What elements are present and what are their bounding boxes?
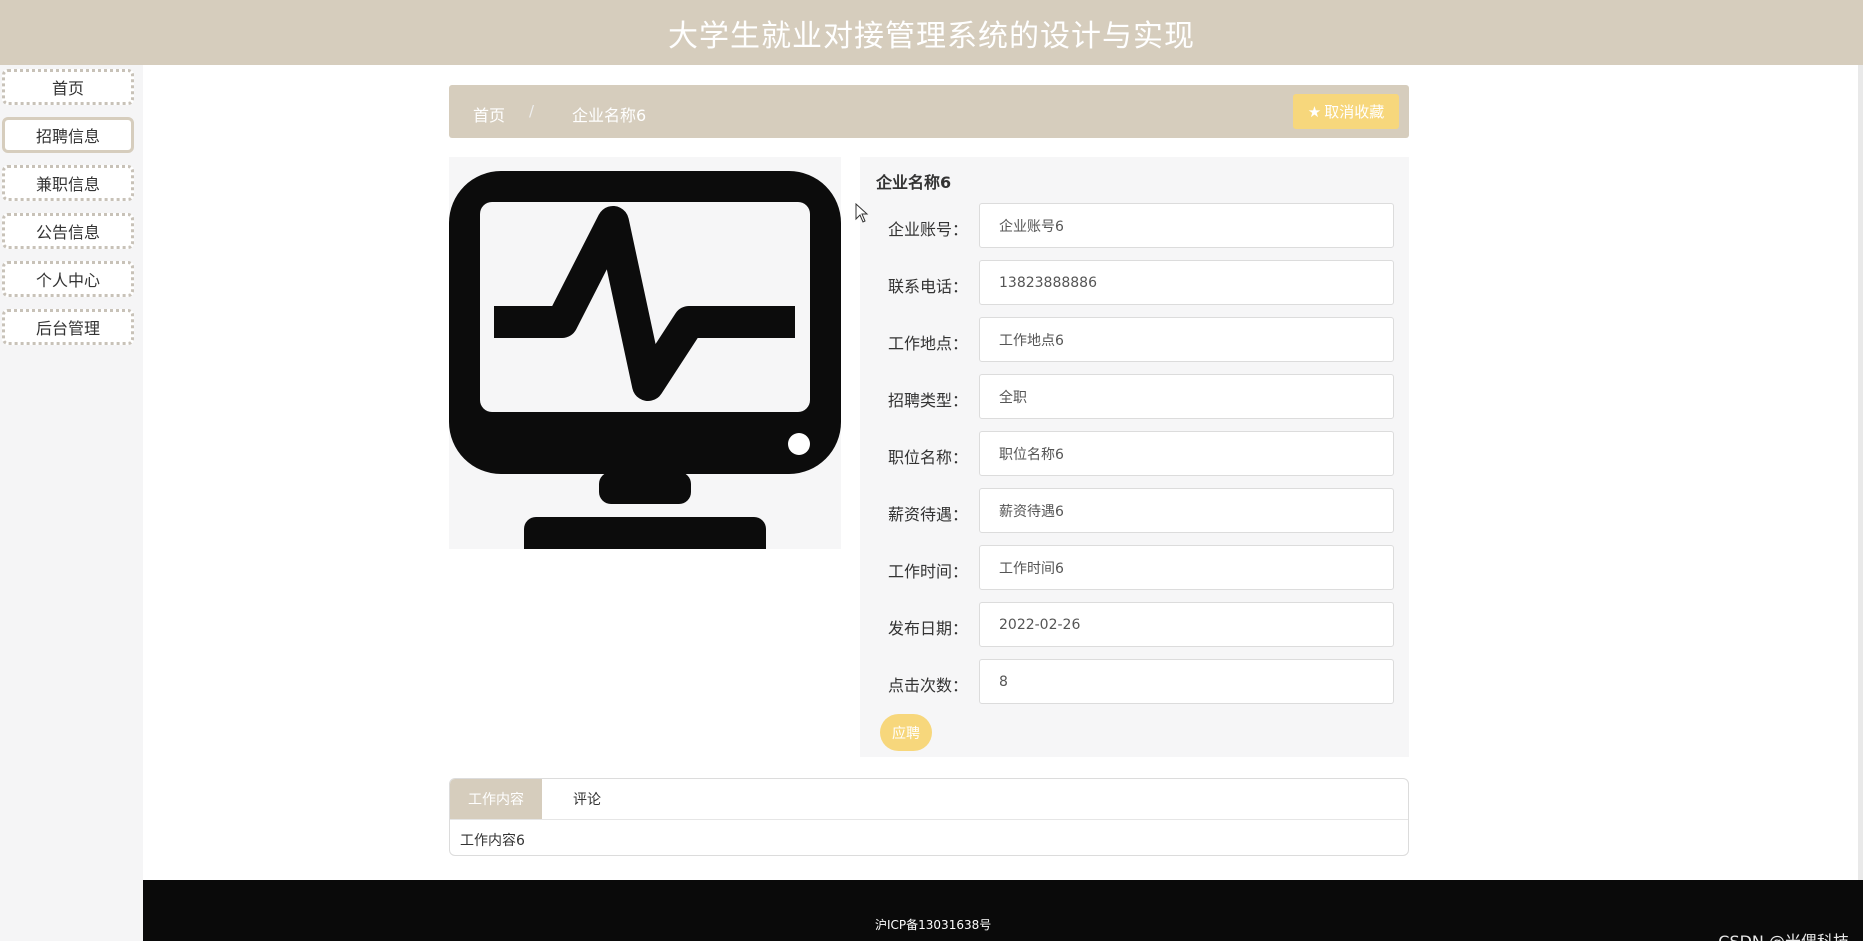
detail-panel: 企业名称6 企业账号： 企业账号6 联系电话： 13823888886 工作地点… bbox=[860, 157, 1409, 757]
field-clicks-input[interactable]: 8 bbox=[979, 659, 1394, 704]
sidebar-item-part-time[interactable]: 兼职信息 bbox=[2, 165, 134, 201]
field-label-type: 招聘类型： bbox=[888, 391, 969, 410]
sidebar-item-recruitment[interactable]: 招聘信息 bbox=[2, 117, 134, 153]
tab-comments[interactable]: 评论 bbox=[542, 779, 632, 819]
field-label-work-time: 工作时间： bbox=[888, 562, 969, 581]
tab-header: 工作内容 评论 bbox=[450, 779, 1408, 820]
footer: 沪ICP备13031638号 bbox=[143, 880, 1863, 941]
breadcrumb: 首页 / 企业名称6 ★ 取消收藏 bbox=[449, 85, 1409, 138]
detail-title: 企业名称6 bbox=[876, 173, 952, 192]
field-label-position: 职位名称： bbox=[888, 448, 969, 467]
field-label-account: 企业账号： bbox=[888, 220, 969, 239]
field-label-location: 工作地点： bbox=[888, 334, 969, 353]
cancel-favorite-label: 取消收藏 bbox=[1324, 103, 1385, 121]
company-image bbox=[449, 157, 841, 549]
field-label-clicks: 点击次数： bbox=[888, 676, 969, 695]
field-phone-input[interactable]: 13823888886 bbox=[979, 260, 1394, 305]
apply-button[interactable]: 应聘 bbox=[880, 714, 932, 751]
field-position-input[interactable]: 职位名称6 bbox=[979, 431, 1394, 476]
breadcrumb-current: 企业名称6 bbox=[572, 106, 647, 125]
sidebar-item-personal-center[interactable]: 个人中心 bbox=[2, 261, 134, 297]
sidebar-item-announcements[interactable]: 公告信息 bbox=[2, 213, 134, 249]
scrollbar[interactable] bbox=[1858, 65, 1863, 880]
cancel-favorite-button[interactable]: ★ 取消收藏 bbox=[1293, 94, 1399, 129]
sidebar-item-home[interactable]: 首页 bbox=[2, 69, 134, 105]
field-label-publish-date: 发布日期： bbox=[888, 619, 969, 638]
field-salary-input[interactable]: 薪资待遇6 bbox=[979, 488, 1394, 533]
star-icon: ★ bbox=[1307, 102, 1322, 121]
field-location-input[interactable]: 工作地点6 bbox=[979, 317, 1394, 362]
mouse-cursor-icon bbox=[855, 203, 869, 223]
field-account-input[interactable]: 企业账号6 bbox=[979, 203, 1394, 248]
content-tabs: 工作内容 评论 工作内容6 bbox=[449, 778, 1409, 856]
field-publish-date-input[interactable]: 2022-02-26 bbox=[979, 602, 1394, 647]
tab-content: 工作内容6 bbox=[460, 833, 525, 849]
field-label-salary: 薪资待遇： bbox=[888, 505, 969, 524]
breadcrumb-separator: / bbox=[529, 102, 535, 120]
page-title: 大学生就业对接管理系统的设计与实现 bbox=[668, 18, 1195, 54]
page-header: 大学生就业对接管理系统的设计与实现 bbox=[0, 0, 1863, 65]
watermark: CSDN @米偶科技 bbox=[1718, 928, 1849, 941]
sidebar-item-admin[interactable]: 后台管理 bbox=[2, 309, 134, 345]
page-root: 大学生就业对接管理系统的设计与实现 首页 招聘信息 兼职信息 公告信息 个人中心… bbox=[0, 0, 1863, 941]
sidebar: 首页 招聘信息 兼职信息 公告信息 个人中心 后台管理 bbox=[0, 65, 143, 941]
breadcrumb-home-link[interactable]: 首页 bbox=[473, 102, 505, 126]
tab-work-content[interactable]: 工作内容 bbox=[450, 779, 542, 819]
field-label-phone: 联系电话： bbox=[888, 277, 969, 296]
monitor-heartbeat-icon bbox=[449, 171, 841, 549]
field-type-input[interactable]: 全职 bbox=[979, 374, 1394, 419]
field-work-time-input[interactable]: 工作时间6 bbox=[979, 545, 1394, 590]
icp-record: 沪ICP备13031638号 bbox=[875, 918, 992, 932]
